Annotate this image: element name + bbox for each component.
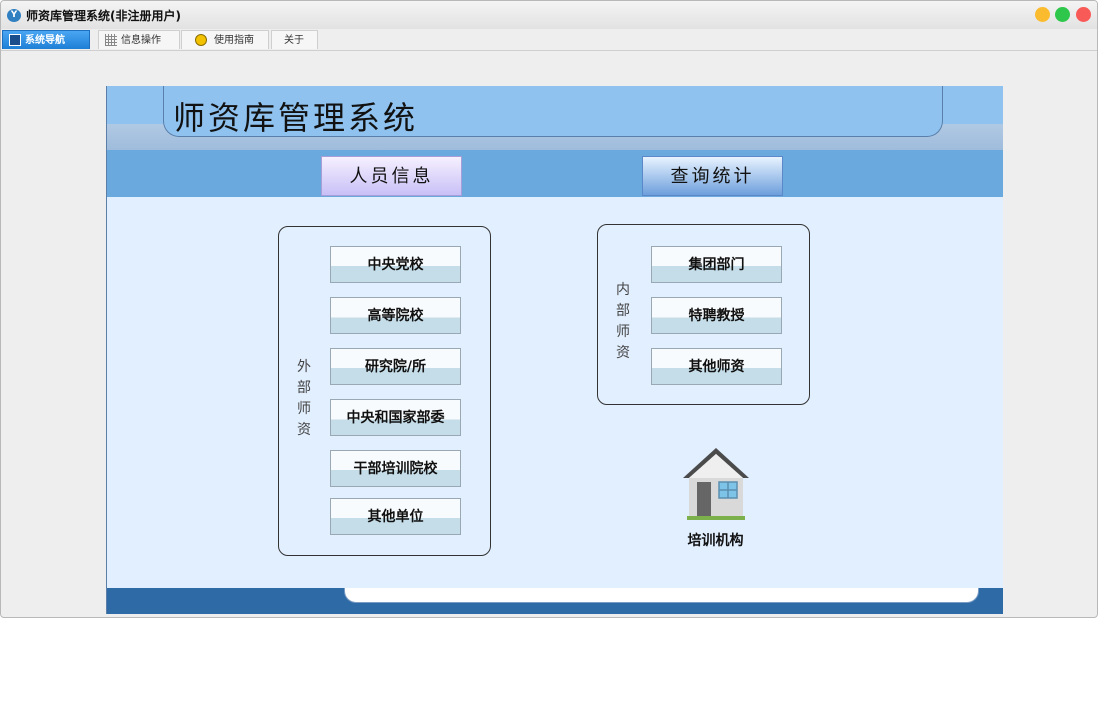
minimize-button[interactable] [1035, 7, 1050, 22]
tab-user-guide[interactable]: 使用指南 [181, 30, 269, 49]
other-faculty-button[interactable]: 其他师资 [651, 348, 782, 385]
title-bar: Y 师资库管理系统(非注册用户) [1, 1, 1097, 29]
external-faculty-label-text: 外部师资 [297, 359, 311, 438]
app-window: Y 师资库管理系统(非注册用户) 系统导航 信息操作 使用指南 关于 师资库管理… [0, 0, 1098, 618]
group-departments-button[interactable]: 集团部门 [651, 246, 782, 283]
universities-button[interactable]: 高等院校 [330, 297, 461, 334]
tab-label: 使用指南 [214, 35, 254, 46]
special-professors-button[interactable]: 特聘教授 [651, 297, 782, 334]
central-ministries-button[interactable]: 中央和国家部委 [330, 399, 461, 436]
tab-bar: 系统导航 信息操作 使用指南 关于 [1, 29, 1097, 51]
tab-info-operation[interactable]: 信息操作 [98, 30, 180, 49]
cadre-training-schools-button[interactable]: 干部培训院校 [330, 450, 461, 487]
maximize-button[interactable] [1055, 7, 1070, 22]
other-units-button[interactable]: 其他单位 [330, 498, 461, 535]
monitor-icon [9, 34, 21, 46]
external-faculty-label: 外部师资 [297, 357, 313, 441]
query-stats-button[interactable]: 查询统计 [642, 156, 783, 196]
window-title: 师资库管理系统(非注册用户) [26, 9, 181, 23]
personnel-info-button[interactable]: 人员信息 [321, 156, 462, 196]
guide-icon [195, 34, 207, 46]
tab-label: 信息操作 [121, 35, 161, 46]
banner: 师资库管理系统 [107, 86, 1003, 150]
tab-label: 系统导航 [25, 35, 65, 46]
app-logo-icon: Y [7, 9, 21, 22]
central-party-school-button[interactable]: 中央党校 [330, 246, 461, 283]
tab-about[interactable]: 关于 [271, 30, 318, 49]
footer-decoration [344, 588, 979, 603]
close-button[interactable] [1076, 7, 1091, 22]
training-institutions-label[interactable]: 培训机构 [667, 530, 764, 550]
page-title: 师资库管理系统 [173, 99, 419, 137]
nav-bar: 人员信息 查询统计 [107, 150, 1003, 197]
tab-system-navigation[interactable]: 系统导航 [2, 30, 90, 49]
grid-icon [105, 34, 117, 46]
external-faculty-group: 外部师资 中央党校 高等院校 研究院/所 中央和国家部委 干部培训院校 其他单位 [278, 226, 491, 556]
internal-faculty-group: 内部师资 集团部门 特聘教授 其他师资 [597, 224, 810, 405]
footer-bar [107, 588, 1003, 614]
research-institutes-button[interactable]: 研究院/所 [330, 348, 461, 385]
internal-faculty-label: 内部师资 [616, 280, 632, 364]
tab-label: 关于 [284, 35, 304, 46]
navigation-panel: 师资库管理系统 人员信息 查询统计 外部师资 中央党校 高等院校 研究院/所 中… [106, 86, 1003, 614]
internal-faculty-label-text: 内部师资 [616, 282, 630, 361]
house-icon[interactable] [681, 446, 751, 522]
